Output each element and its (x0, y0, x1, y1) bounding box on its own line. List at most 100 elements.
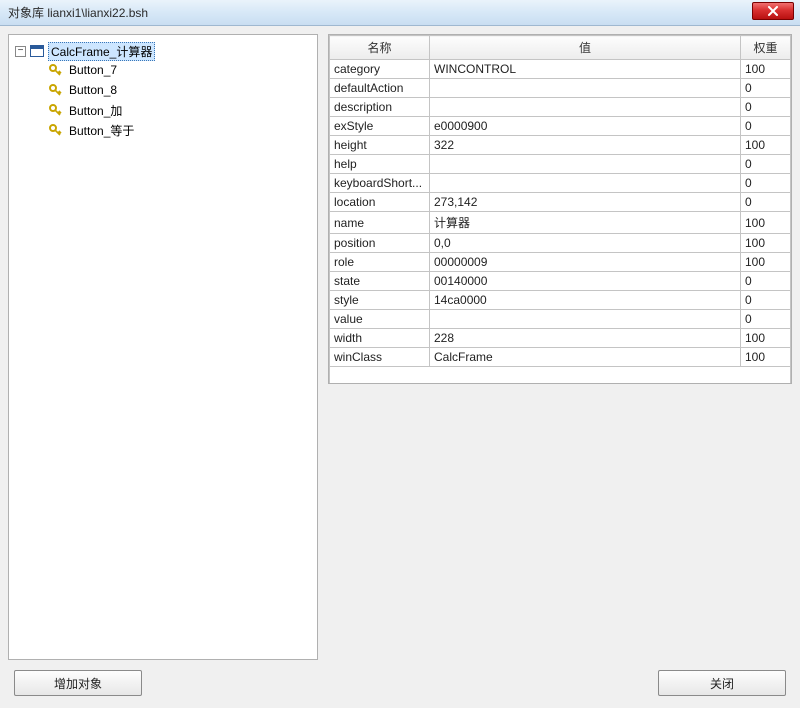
table-cell-value[interactable]: WINCONTROL (430, 60, 741, 79)
table-cell-name[interactable]: description (330, 98, 430, 117)
table-empty-row (330, 367, 791, 384)
tree-spacer (33, 65, 44, 76)
title-bar: 对象库 lianxi1\lianxi22.bsh (0, 0, 800, 26)
table-row[interactable]: categoryWINCONTROL100 (330, 60, 791, 79)
window-close-button[interactable] (752, 2, 794, 20)
table-row[interactable]: value 0 (330, 310, 791, 329)
col-header-value[interactable]: 值 (430, 36, 741, 60)
table-row[interactable]: role00000009100 (330, 253, 791, 272)
table-cell-weight[interactable]: 0 (741, 272, 791, 291)
properties-table: 名称 值 权重 categoryWINCONTROL100defaultActi… (329, 35, 791, 383)
tree-item-row[interactable]: Button_加 (33, 101, 313, 119)
table-cell-value[interactable]: 0,0 (430, 234, 741, 253)
table-row[interactable]: state001400000 (330, 272, 791, 291)
table-cell-value[interactable] (430, 155, 741, 174)
table-row[interactable]: description 0 (330, 98, 791, 117)
table-cell-name[interactable]: keyboardShort... (330, 174, 430, 193)
tree-item-label[interactable]: Button_8 (66, 82, 120, 98)
table-cell-weight[interactable]: 0 (741, 117, 791, 136)
table-cell-value[interactable] (430, 98, 741, 117)
table-cell-value[interactable]: 00140000 (430, 272, 741, 291)
object-tree-panel: − CalcFrame_计算器 Button_7 Button_8 Button_加… (8, 34, 318, 660)
tree-item-row[interactable]: Button_7 (33, 61, 313, 79)
close-icon (767, 6, 779, 16)
tree-item[interactable]: Button_加 (33, 100, 313, 120)
table-cell-name[interactable]: name (330, 212, 430, 234)
tree-item-label[interactable]: Button_加 (66, 101, 125, 120)
table-row[interactable]: defaultAction 0 (330, 79, 791, 98)
table-cell-weight[interactable]: 0 (741, 310, 791, 329)
table-cell-name[interactable]: defaultAction (330, 79, 430, 98)
window-icon (30, 45, 44, 57)
table-cell-weight[interactable]: 0 (741, 79, 791, 98)
tree-root-label[interactable]: CalcFrame_计算器 (48, 42, 155, 61)
table-cell-weight[interactable]: 0 (741, 155, 791, 174)
table-cell-weight[interactable]: 100 (741, 136, 791, 155)
tree-item-row[interactable]: Button_等于 (33, 121, 313, 139)
properties-panel: 名称 值 权重 categoryWINCONTROL100defaultActi… (328, 34, 792, 384)
table-cell-value[interactable]: 273,142 (430, 193, 741, 212)
tree-root-row[interactable]: − CalcFrame_计算器 (15, 42, 313, 60)
col-header-name[interactable]: 名称 (330, 36, 430, 60)
table-cell-weight[interactable]: 100 (741, 234, 791, 253)
table-cell-name[interactable]: position (330, 234, 430, 253)
tree-item[interactable]: Button_7 (33, 60, 313, 80)
table-cell-name[interactable]: role (330, 253, 430, 272)
table-cell-name[interactable]: height (330, 136, 430, 155)
table-cell-name[interactable]: location (330, 193, 430, 212)
properties-scroll[interactable]: 名称 值 权重 categoryWINCONTROL100defaultActi… (329, 35, 791, 383)
col-header-weight[interactable]: 权重 (741, 36, 791, 60)
table-cell-name[interactable]: width (330, 329, 430, 348)
table-row[interactable]: height322100 (330, 136, 791, 155)
table-cell-weight[interactable]: 0 (741, 98, 791, 117)
close-button[interactable]: 关闭 (658, 670, 786, 696)
table-cell-weight[interactable]: 100 (741, 329, 791, 348)
table-cell-value[interactable]: 00000009 (430, 253, 741, 272)
table-cell-name[interactable]: style (330, 291, 430, 310)
object-tree[interactable]: − CalcFrame_计算器 Button_7 Button_8 Button_加… (13, 41, 313, 141)
table-cell-weight[interactable]: 100 (741, 212, 791, 234)
table-cell-name[interactable]: winClass (330, 348, 430, 367)
table-row[interactable]: width228100 (330, 329, 791, 348)
tree-spacer (33, 105, 44, 116)
table-cell-value[interactable]: e0000900 (430, 117, 741, 136)
table-cell-value[interactable]: CalcFrame (430, 348, 741, 367)
tree-item-row[interactable]: Button_8 (33, 81, 313, 99)
table-row[interactable]: location273,1420 (330, 193, 791, 212)
table-row[interactable]: exStylee00009000 (330, 117, 791, 136)
key-icon (48, 83, 62, 97)
table-row[interactable]: style14ca00000 (330, 291, 791, 310)
table-cell-value[interactable]: 14ca0000 (430, 291, 741, 310)
table-cell-name[interactable]: category (330, 60, 430, 79)
table-cell-value[interactable] (430, 79, 741, 98)
table-cell-value[interactable] (430, 310, 741, 329)
add-object-button[interactable]: 增加对象 (14, 670, 142, 696)
key-icon (48, 103, 62, 117)
table-row[interactable]: name计算器100 (330, 212, 791, 234)
tree-item[interactable]: Button_等于 (33, 120, 313, 140)
tree-item-label[interactable]: Button_等于 (66, 121, 137, 140)
table-cell-weight[interactable]: 0 (741, 291, 791, 310)
tree-item[interactable]: Button_8 (33, 80, 313, 100)
table-cell-value[interactable] (430, 174, 741, 193)
table-row[interactable]: help 0 (330, 155, 791, 174)
table-cell-name[interactable]: state (330, 272, 430, 291)
button-row: 增加对象 关闭 (8, 660, 792, 700)
table-row[interactable]: keyboardShort... 0 (330, 174, 791, 193)
table-cell-value[interactable]: 计算器 (430, 212, 741, 234)
table-row[interactable]: winClassCalcFrame100 (330, 348, 791, 367)
table-cell-value[interactable]: 322 (430, 136, 741, 155)
table-cell-value[interactable]: 228 (430, 329, 741, 348)
table-cell-weight[interactable]: 100 (741, 348, 791, 367)
tree-spacer (33, 85, 44, 96)
table-cell-weight[interactable]: 100 (741, 253, 791, 272)
tree-collapse-icon[interactable]: − (15, 46, 26, 57)
table-row[interactable]: position0,0100 (330, 234, 791, 253)
table-cell-weight[interactable]: 0 (741, 193, 791, 212)
tree-item-label[interactable]: Button_7 (66, 62, 120, 78)
table-cell-name[interactable]: exStyle (330, 117, 430, 136)
table-cell-name[interactable]: help (330, 155, 430, 174)
table-cell-weight[interactable]: 0 (741, 174, 791, 193)
table-cell-weight[interactable]: 100 (741, 60, 791, 79)
table-cell-name[interactable]: value (330, 310, 430, 329)
